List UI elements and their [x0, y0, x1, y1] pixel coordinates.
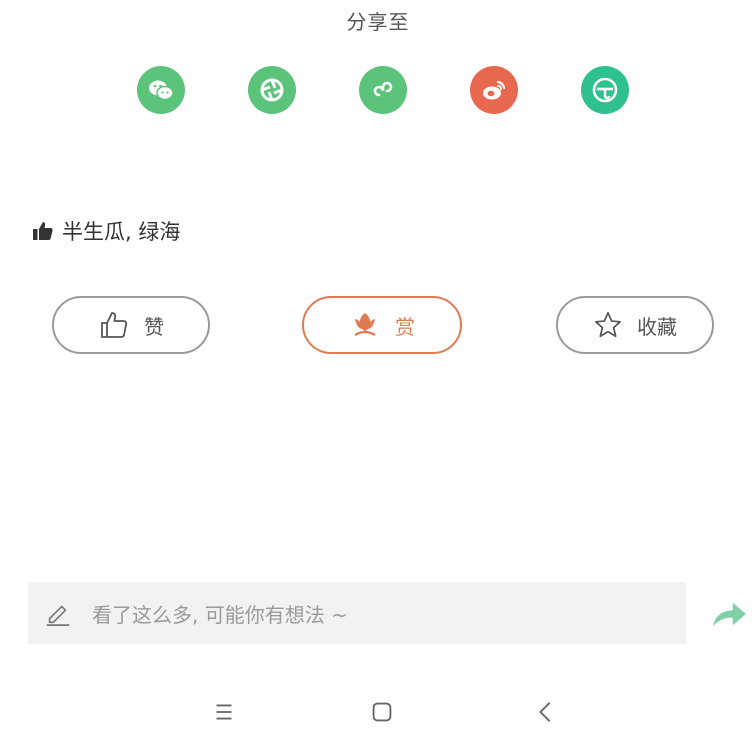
thumbs-up-outline-icon — [98, 309, 130, 341]
share-wechat-button[interactable] — [137, 66, 185, 114]
back-button[interactable] — [524, 690, 568, 734]
like-label: 赞 — [144, 314, 164, 339]
reward-label: 赏 — [395, 314, 415, 339]
likers-names: 半生瓜, 绿海 — [62, 220, 181, 244]
share-other-button[interactable] — [581, 66, 629, 114]
share-title: 分享至 — [346, 10, 410, 34]
home-button[interactable] — [360, 690, 404, 734]
umbrella-icon — [592, 77, 618, 103]
menu-icon — [216, 704, 232, 720]
pencil-icon — [44, 599, 72, 627]
share-targets — [0, 66, 756, 116]
weibo-icon — [483, 80, 506, 100]
reward-button[interactable]: 赏 — [302, 296, 462, 354]
favorite-button[interactable]: 收藏 — [556, 296, 714, 354]
thumbs-up-icon — [32, 220, 54, 242]
star-outline-icon — [593, 310, 623, 340]
share-mini-program-button[interactable] — [359, 66, 407, 114]
mini-program-icon — [373, 81, 393, 97]
menu-button[interactable] — [202, 690, 246, 734]
moments-icon — [260, 78, 284, 102]
system-nav-bar — [0, 680, 756, 744]
share-arrow-button[interactable] — [708, 596, 750, 632]
lotus-icon — [349, 309, 381, 341]
share-moments-button[interactable] — [248, 66, 296, 114]
favorite-label: 收藏 — [637, 314, 677, 339]
likers-list: 半生瓜, 绿海 — [32, 216, 180, 246]
wechat-icon — [149, 80, 174, 101]
chevron-left-icon — [539, 702, 551, 722]
comment-placeholder: 看了这么多, 可能你有想法 ~ — [92, 602, 348, 627]
like-button[interactable]: 赞 — [52, 296, 210, 354]
comment-input[interactable]: 看了这么多, 可能你有想法 ~ — [28, 582, 686, 644]
share-arrow-icon — [713, 602, 746, 627]
share-weibo-button[interactable] — [470, 66, 518, 114]
square-icon — [372, 702, 392, 722]
